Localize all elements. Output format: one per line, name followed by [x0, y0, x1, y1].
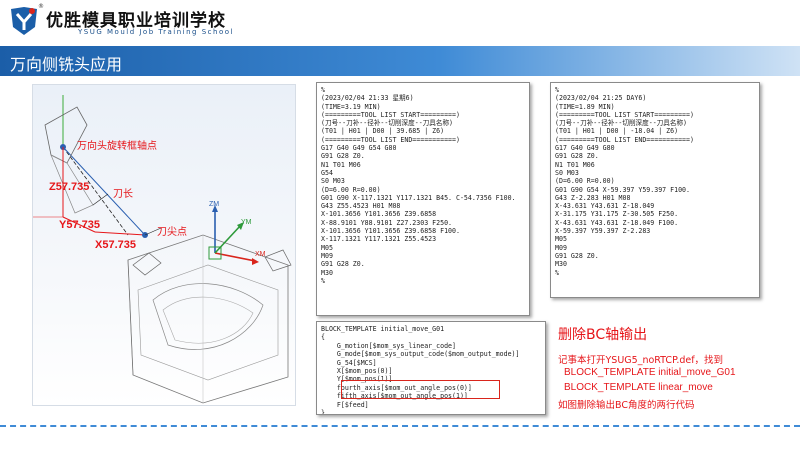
cad-illustration: 万向头旋转框轴点 Z57.735 刀长 刀尖点 Y57.735 X57.735 …	[32, 84, 296, 406]
label-y-value: Y57.735	[59, 219, 100, 231]
code-line: G_54[$MCS]	[321, 358, 377, 367]
school-name-en: YSUG Mould Job Training School	[78, 28, 234, 36]
code-line: G91 G28 Z0.	[321, 260, 365, 269]
code-line: (刀号--刀补--径补--切削深度--刀具名称)	[555, 119, 688, 128]
code-line: {	[321, 333, 325, 342]
code-line: X-101.3656 Y101.3656 Z39.6858	[321, 210, 437, 219]
label-tool-tip: 刀尖点	[157, 227, 187, 238]
code-line: (T01 | H01 | D00 | 39.685 | Z6)	[321, 127, 445, 136]
school-logo-icon	[11, 7, 37, 35]
title-bar: 万向侧铣头应用	[0, 46, 800, 76]
label-ym: YM	[241, 219, 252, 226]
code-line: %	[321, 276, 325, 285]
code-line: M09	[321, 251, 333, 260]
block-template-panel: BLOCK_TEMPLATE initial_move_G01 { G_moti…	[316, 321, 546, 415]
code-line: X[$mom_pos(0)]	[321, 367, 393, 376]
highlight-box	[341, 380, 500, 399]
code-line: M05	[555, 235, 567, 244]
code-line: (=========TOOL LIST START=========)	[321, 110, 460, 119]
registered-mark: ®	[38, 3, 44, 10]
note-line-4: 如图删除输出BC角度的两行代码	[558, 400, 695, 411]
note-line-2: BLOCK_TEMPLATE initial_move_G01	[564, 367, 736, 378]
code-line: G54	[321, 168, 333, 177]
code-line: G_motion[$mom_sys_linear_code]	[321, 341, 456, 350]
page-title: 万向侧铣头应用	[10, 55, 123, 74]
code-line: (2023/02/04 21:25 DAY6)	[555, 94, 647, 103]
code-line: G17 G40 G49 G80	[555, 144, 615, 153]
nc-code-panel-with-bc: % (2023/02/04 21:33 星期6) (TIME=3.19 MIN)…	[316, 82, 530, 316]
code-line: G17 G40 G49 G54 G80	[321, 144, 397, 153]
code-line: (=========TOOL LIST END===========)	[321, 135, 460, 144]
code-line: (D=6.00 R=0.00)	[555, 177, 615, 186]
code-line: X-43.631 Y43.631 Z-18.049 F100.	[555, 218, 679, 227]
code-line: G01 G90 X-117.1321 Y117.1321 B45. C-54.7…	[321, 193, 516, 202]
code-line: G43 Z55.4523 H01 M08	[321, 202, 401, 211]
code-line: G43 Z-2.283 H01 M08	[555, 193, 631, 202]
code-line: G91 G28 Z0.	[555, 251, 599, 260]
code-line: N1 T01 M06	[321, 160, 361, 169]
code-line: N1 T01 M06	[555, 160, 595, 169]
code-line: M09	[555, 243, 567, 252]
code-line: X-88.9101 Y88.9101 Z27.2303 F250.	[321, 218, 453, 227]
code-line: F[$feed]	[321, 400, 369, 409]
code-line: (TIME=1.89 MIN)	[555, 102, 615, 111]
code-line: (D=6.00 R=0.00)	[321, 185, 381, 194]
code-line: %	[321, 86, 325, 94]
cad-drawing	[33, 95, 292, 404]
label-z-value: Z57.735	[49, 181, 90, 193]
code-line: G91 G28 Z0.	[321, 152, 365, 161]
code-line: S0 M03	[321, 177, 345, 186]
label-rotation-axis: 万向头旋转框轴点	[77, 141, 157, 152]
code-line: (刀号--刀补--径补--切削深度--刀具名称)	[321, 119, 454, 128]
code-line: (TIME=3.19 MIN)	[321, 102, 381, 111]
code-line: M30	[555, 260, 567, 269]
code-line: M05	[321, 243, 333, 252]
code-line: G91 G28 Z0.	[555, 152, 599, 161]
code-line: G01 G90 G54 X-59.397 Y59.397 F100.	[555, 185, 690, 194]
code-line: (=========TOOL LIST END===========)	[555, 135, 694, 144]
label-tool-length: 刀长	[113, 189, 133, 200]
code-line: (2023/02/04 21:33 星期6)	[321, 94, 414, 103]
footer-divider	[0, 425, 800, 427]
label-x-value: X57.735	[95, 239, 136, 251]
code-line: X-117.1321 Y117.1321 Z55.4523	[321, 235, 437, 244]
note-line-1: 记事本打开YSUG5_noRTCP.def，找到	[558, 355, 724, 366]
code-line: %	[555, 86, 559, 94]
code-line: X-43.631 Y43.631 Z-18.049	[555, 202, 655, 211]
code-line: BLOCK_TEMPLATE initial_move_G01	[321, 325, 445, 333]
code-line: S0 M03	[555, 168, 579, 177]
code-line: G_mode[$mom_sys_output_code($mom_output_…	[321, 350, 520, 359]
note-line-3: BLOCK_TEMPLATE linear_move	[564, 382, 713, 393]
label-xm: XM	[255, 251, 266, 258]
code-line: X-31.175 Y31.175 Z-30.505 F250.	[555, 210, 679, 219]
nc-code-panel-without-bc: % (2023/02/04 21:25 DAY6) (TIME=1.89 MIN…	[550, 82, 760, 298]
header: ® 优胜模具职业培训学校 YSUG Mould Job Training Sch…	[0, 0, 800, 42]
notes-title: 删除BC轴输出	[558, 327, 648, 343]
code-line: X-59.397 Y59.397 Z-2.283	[555, 227, 651, 236]
code-line: X-101.3656 Y101.3656 Z39.6858 F100.	[321, 227, 460, 236]
label-zm: ZM	[209, 201, 220, 208]
code-line: }	[321, 409, 325, 415]
code-line: (=========TOOL LIST START=========)	[555, 110, 694, 119]
code-line: %	[555, 268, 559, 277]
code-line: (T01 | H01 | D00 | -18.04 | Z6)	[555, 127, 679, 136]
code-line: M30	[321, 268, 333, 277]
